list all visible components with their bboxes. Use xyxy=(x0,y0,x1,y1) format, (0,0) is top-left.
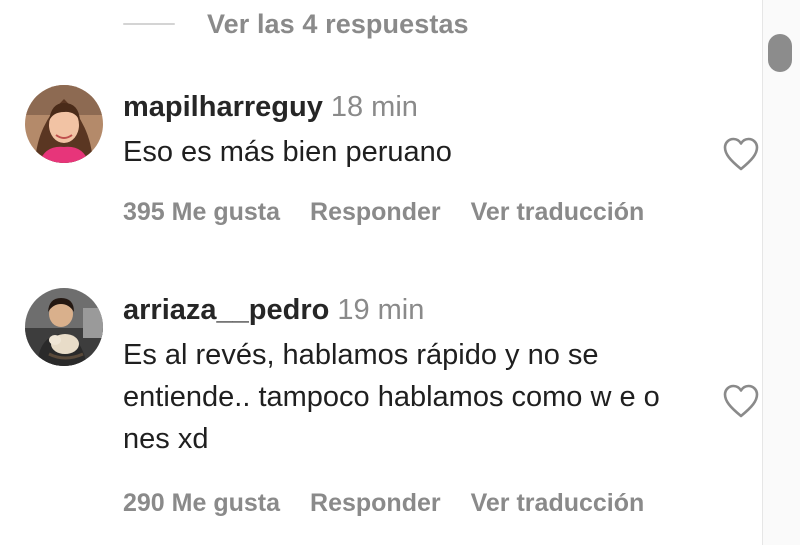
reply-button[interactable]: Responder xyxy=(310,196,441,228)
comment-text: Eso es más bien peruano xyxy=(123,136,452,168)
comment-timestamp: 18 min xyxy=(330,91,418,123)
heart-outline-icon xyxy=(723,137,759,171)
scrollbar-track[interactable] xyxy=(762,0,800,545)
likes-count-button[interactable]: 290 Me gusta xyxy=(123,487,280,519)
view-replies-button[interactable]: Ver las 4 respuestas xyxy=(207,9,469,40)
likes-count-button[interactable]: 395 Me gusta xyxy=(123,196,280,228)
view-replies-row: Ver las 4 respuestas xyxy=(123,6,469,42)
comment-username[interactable]: arriaza__pedro xyxy=(123,294,329,326)
comment-actions: 290 Me gusta Responder Ver traducción xyxy=(123,487,644,519)
reply-button[interactable]: Responder xyxy=(310,487,441,519)
like-button[interactable] xyxy=(722,136,760,172)
see-translation-button[interactable]: Ver traducción xyxy=(471,196,645,228)
like-button[interactable] xyxy=(722,383,760,419)
comment-timestamp: 19 min xyxy=(337,294,425,326)
comment-actions: 395 Me gusta Responder Ver traducción xyxy=(123,196,644,228)
heart-outline-icon xyxy=(723,384,759,418)
comment-text: Es al revés, hablamos rápido y no se ent… xyxy=(123,339,660,455)
avatar[interactable] xyxy=(25,85,103,163)
see-translation-button[interactable]: Ver traducción xyxy=(471,487,645,519)
replies-divider-line xyxy=(123,23,175,25)
comment-username[interactable]: mapilharreguy xyxy=(123,91,323,123)
comment-header: arriaza__pedro 19 min xyxy=(123,292,424,333)
scrollbar-thumb[interactable] xyxy=(768,34,792,72)
comment-header: mapilharreguy 18 min xyxy=(123,89,418,130)
avatar[interactable] xyxy=(25,288,103,366)
